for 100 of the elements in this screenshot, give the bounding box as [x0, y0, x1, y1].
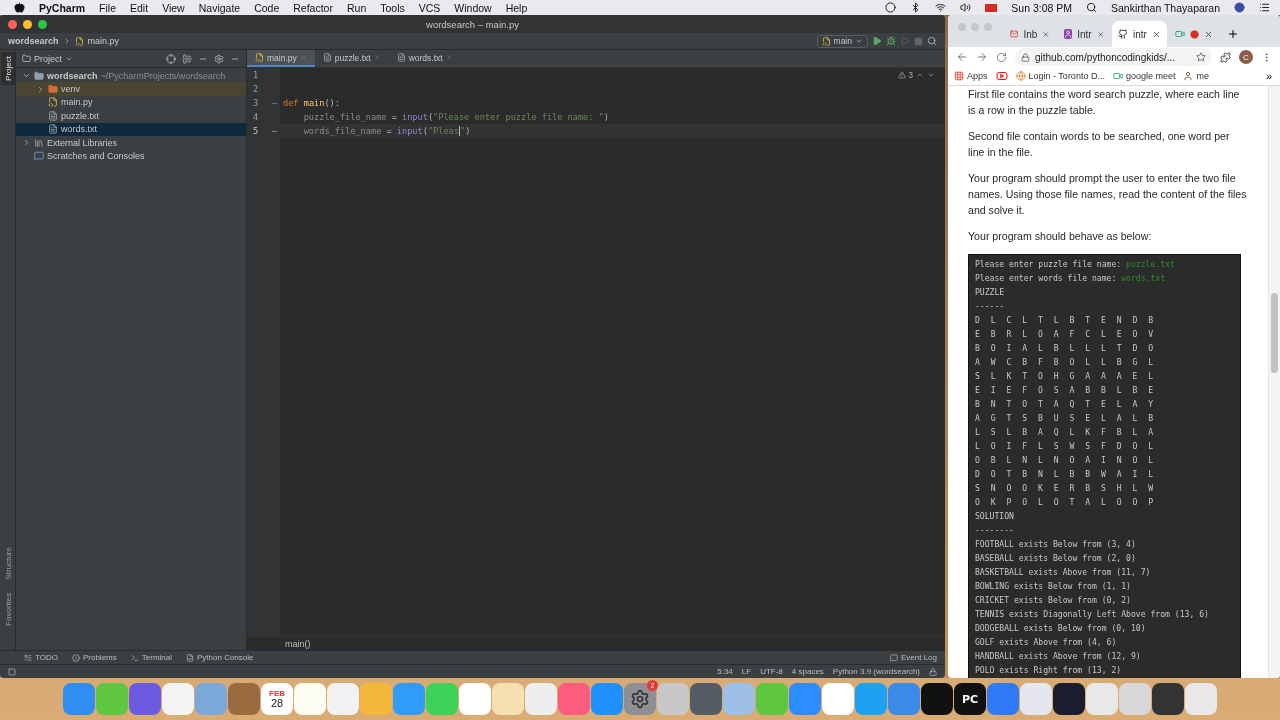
tool-window-button[interactable]: TODO	[24, 653, 58, 662]
minimize-button[interactable]	[23, 19, 32, 29]
close-icon[interactable]	[1096, 29, 1104, 39]
menu-item[interactable]: Edit	[130, 1, 149, 14]
locate-icon[interactable]	[166, 53, 176, 64]
menu-item[interactable]: Run	[346, 1, 367, 14]
menu-item[interactable]: Tools	[380, 1, 405, 14]
lock-icon[interactable]	[929, 667, 937, 676]
cat-logo-icon	[1118, 29, 1128, 39]
app-icon[interactable]	[1053, 683, 1085, 715]
console-line: PUZZLE	[975, 286, 1006, 299]
status-item[interactable]: 5:34	[717, 667, 733, 676]
volume-icon[interactable]	[960, 2, 972, 13]
tree-item[interactable]: puzzle.txt	[16, 109, 246, 123]
run-icon[interactable]	[872, 36, 882, 46]
tree-item[interactable]: External Libraries	[16, 135, 246, 150]
bookmark[interactable]: Login - Toronto D...	[1015, 71, 1105, 81]
puzzle-row-text: A G T S B U S E L A L B	[975, 412, 1155, 425]
debug-icon[interactable]	[886, 36, 896, 46]
window-title: wordsearch – main.py	[426, 18, 519, 30]
breadcrumb-item[interactable]: wordsearch	[8, 36, 59, 46]
side-tab[interactable]: Favorites	[0, 589, 15, 630]
menu-item[interactable]: Refactor	[293, 1, 333, 14]
app-icon[interactable]	[921, 683, 953, 715]
menu-item[interactable]: Window	[454, 1, 492, 14]
app-icon[interactable]	[1152, 683, 1184, 715]
event-log-button[interactable]: Event Log	[889, 653, 937, 662]
expand-all-icon[interactable]	[182, 53, 192, 64]
breadcrumb-item[interactable]: main.py	[87, 36, 120, 46]
app-menu[interactable]: PyCharm	[39, 1, 86, 14]
tree-item[interactable]: main.py	[16, 95, 246, 110]
flag-icon[interactable]	[985, 3, 998, 12]
side-tab[interactable]: Structure	[0, 542, 15, 584]
close-icon[interactable]	[1204, 29, 1213, 39]
clock[interactable]: Sun 3:08 PM	[1011, 1, 1073, 14]
tree-item[interactable]: words.txt	[16, 122, 246, 136]
menu-item[interactable]: VCS	[418, 1, 441, 14]
layout-icon[interactable]	[8, 667, 16, 676]
stop-icon[interactable]	[914, 36, 923, 46]
editor-tab[interactable]: puzzle.txt	[314, 50, 389, 67]
close-icon[interactable]	[1042, 29, 1050, 39]
editor-tab[interactable]: words.txt	[388, 50, 461, 67]
tree-item[interactable]: venv	[16, 82, 246, 96]
status-item[interactable]: 4 spaces	[791, 667, 824, 676]
tool-window-button[interactable]: Problems	[71, 653, 117, 662]
bookmark[interactable]	[995, 70, 1008, 82]
star-icon[interactable]	[1196, 52, 1206, 62]
bookmark[interactable]: Apps	[954, 71, 988, 81]
browser-tab[interactable]: Inb	[1004, 21, 1056, 47]
menu-item[interactable]: Code	[254, 1, 280, 14]
video-camera-icon	[1112, 71, 1123, 81]
person-icon	[1183, 71, 1194, 81]
menu-item[interactable]: File	[99, 1, 117, 14]
more-bookmarks-button[interactable]: »	[1265, 70, 1272, 82]
app-icon[interactable]: PC	[954, 683, 986, 715]
run-config-dropdown[interactable]: main	[816, 34, 868, 48]
status-item[interactable]: UTF-8	[760, 667, 783, 676]
panel-title-dropdown[interactable]: Project	[22, 53, 73, 64]
close-button[interactable]	[8, 19, 17, 29]
search-icon[interactable]	[1086, 2, 1098, 13]
tool-window-button[interactable]: Python Console	[186, 653, 254, 662]
coverage-icon[interactable]	[900, 36, 910, 46]
browser-tab[interactable]: intr	[1112, 21, 1167, 47]
side-tab[interactable]: Project	[0, 52, 15, 85]
status-item[interactable]: LF	[741, 667, 752, 676]
back-icon[interactable]	[956, 51, 968, 63]
tree-item[interactable]: wordsearch ~/PycharmProjects/wordsearch	[16, 69, 246, 83]
user-name[interactable]: Sankirthan Thayaparan	[1111, 1, 1220, 14]
reload-icon[interactable]	[996, 51, 1007, 63]
menu-item[interactable]: Navigate	[198, 1, 241, 14]
status-item[interactable]: Python 3.9 (wordsearch)	[832, 667, 920, 676]
mail-icon	[1010, 29, 1019, 39]
menu-item[interactable]: View	[162, 1, 185, 14]
code-editor[interactable]: 1 2 3 4 5 def main(): puzzle_file_name = input("Please enter puzzle file name: ") words_file_name = input("Pleas") 3	[247, 68, 945, 636]
puzzle-row-text: D L C L T L B T E N D B	[975, 314, 1155, 327]
wifi-icon[interactable]	[935, 2, 947, 13]
code-breadcrumb[interactable]: main()	[285, 638, 311, 649]
address-bar[interactable]: github.com/pythoncodingkids/...	[1015, 48, 1212, 66]
calendar-icon[interactable]: FEB 28	[261, 683, 293, 715]
next-icon[interactable]	[927, 71, 935, 79]
tool-window-button[interactable]: Terminal	[130, 653, 172, 662]
terminal-icon	[130, 653, 139, 662]
settings-icon[interactable]	[214, 53, 224, 64]
tree-item[interactable]: Scratches and Consoles	[16, 149, 246, 163]
bookmark[interactable]: me	[1183, 71, 1209, 81]
menu-item[interactable]: Help	[505, 1, 528, 14]
forward-icon[interactable]	[976, 51, 988, 63]
previous-icon[interactable]	[916, 71, 924, 79]
apple-logo-icon[interactable]	[14, 2, 25, 13]
bookmark[interactable]: google meet	[1112, 71, 1176, 81]
close-icon[interactable]	[1152, 29, 1161, 39]
profile-avatar[interactable]: C	[1239, 50, 1253, 64]
menu-icon[interactable]	[1259, 2, 1270, 13]
maximize-button[interactable]	[38, 19, 47, 29]
editor-tab[interactable]: main.py	[247, 50, 315, 67]
console-line: ------	[975, 300, 1006, 313]
scrollbar[interactable]	[1268, 86, 1280, 678]
browser-tab[interactable]: Intr	[1058, 21, 1110, 47]
puzzle-piece-icon[interactable]	[1220, 51, 1231, 63]
warning-count[interactable]: 3	[898, 70, 913, 80]
